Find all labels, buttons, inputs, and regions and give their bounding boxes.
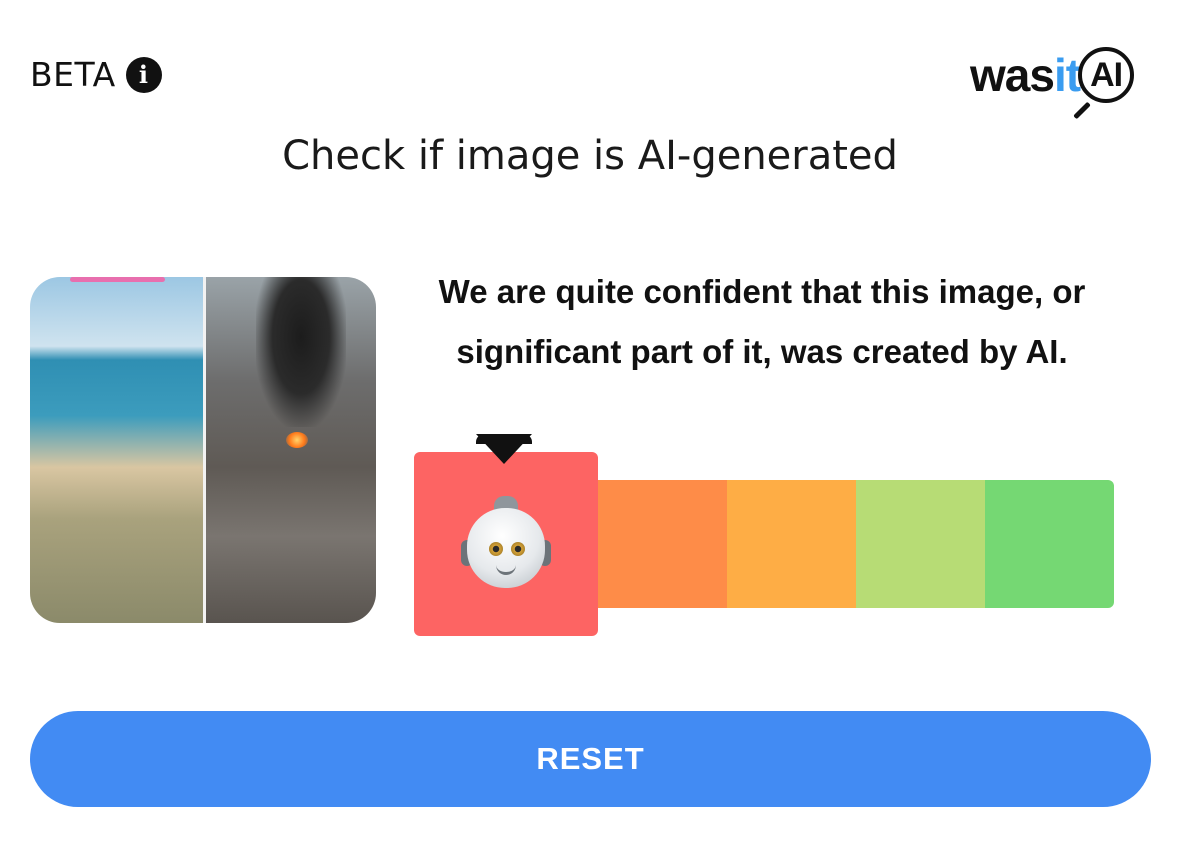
meter-active-segment xyxy=(414,452,598,636)
meter-segment-3 xyxy=(727,480,856,608)
thumbnail-fire xyxy=(286,432,308,448)
wasitai-logo: was it AI xyxy=(970,40,1160,120)
magnifier-handle xyxy=(1073,101,1091,120)
robot-icon xyxy=(461,496,551,592)
thumbnail-smoke xyxy=(256,277,346,427)
meter-segment-2 xyxy=(597,480,727,608)
meter-pointer-icon xyxy=(476,434,532,464)
beta-label-group: BETA i xyxy=(30,55,162,94)
info-icon[interactable]: i xyxy=(125,56,162,93)
robot-head xyxy=(467,508,545,588)
reset-button[interactable]: RESET xyxy=(30,711,1151,807)
logo-magnifier-icon: AI xyxy=(1073,47,1135,120)
thumbnail-right-destruction xyxy=(206,277,376,623)
result-message: We are quite confident that this image, … xyxy=(438,273,1086,370)
logo-text-ai: AI xyxy=(1090,55,1123,94)
beta-label: BETA xyxy=(30,55,116,94)
thumbnail-left-beach xyxy=(30,277,203,623)
page-title: Check if image is AI-generated xyxy=(282,133,898,179)
thumbnail-pink-accent xyxy=(70,277,165,282)
logo-text-was: was xyxy=(970,49,1055,101)
meter-segment-4 xyxy=(856,480,985,608)
robot-eye-left xyxy=(489,542,503,556)
robot-eye-right xyxy=(511,542,525,556)
logo-text-it: it xyxy=(1053,49,1081,101)
image-thumbnail xyxy=(30,277,376,623)
meter-segment-5 xyxy=(985,480,1114,608)
